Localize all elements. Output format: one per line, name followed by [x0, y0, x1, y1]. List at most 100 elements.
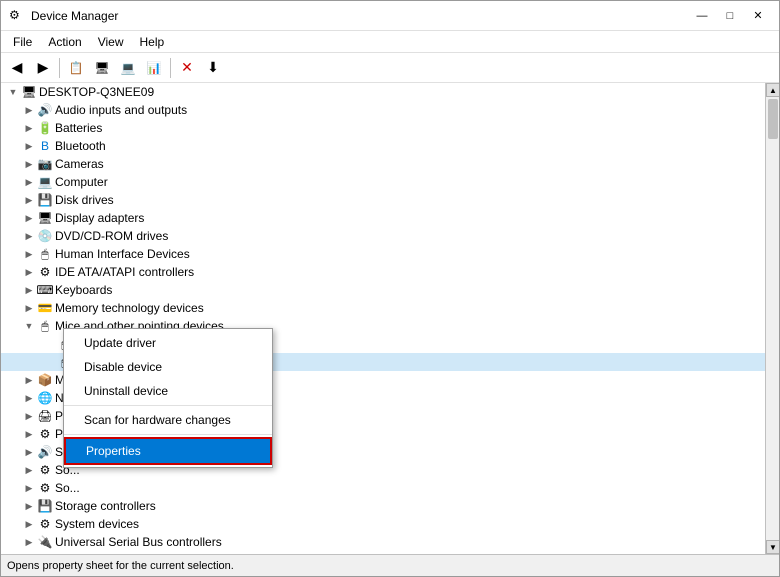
tree-item-hid[interactable]: ▶ 🖱 Human Interface Devices — [1, 245, 765, 263]
batteries-label: Batteries — [55, 121, 102, 135]
keyboards-expander[interactable]: ▶ — [21, 282, 37, 298]
tree-item-usb[interactable]: ▶ 🔌 Universal Serial Bus controllers — [1, 533, 765, 551]
close-button[interactable]: ✕ — [745, 6, 771, 26]
cameras-expander[interactable]: ▶ — [21, 156, 37, 172]
pri-icon: 🖨 — [37, 408, 53, 424]
disk-label: Disk drives — [55, 193, 114, 207]
tree-item-so3[interactable]: ▶ ⚙ So... — [1, 479, 765, 497]
usb-label: Universal Serial Bus controllers — [55, 535, 222, 549]
display-label: Display adapters — [55, 211, 144, 225]
menu-action[interactable]: Action — [40, 33, 89, 51]
memory-expander[interactable]: ▶ — [21, 300, 37, 316]
mo-expander[interactable]: ▶ — [21, 372, 37, 388]
menu-view[interactable]: View — [90, 33, 132, 51]
tree-item-display[interactable]: ▶ 🖥 Display adapters — [1, 209, 765, 227]
computer-expander[interactable]: ▶ — [21, 174, 37, 190]
batteries-expander[interactable]: ▶ — [21, 120, 37, 136]
hid-icon: 🖱 — [37, 246, 53, 262]
app-icon: ⚙ — [9, 8, 25, 24]
context-properties[interactable]: Properties — [64, 437, 272, 465]
hid-label: Human Interface Devices — [55, 247, 190, 261]
bluetooth-icon: B — [37, 138, 53, 154]
toolbar-scan[interactable]: 📊 — [142, 57, 166, 79]
hid-expander[interactable]: ▶ — [21, 246, 37, 262]
usb-expander[interactable]: ▶ — [21, 534, 37, 550]
tree-item-storage[interactable]: ▶ 💾 Storage controllers — [1, 497, 765, 515]
ne-expander[interactable]: ▶ — [21, 390, 37, 406]
batteries-icon: 🔋 — [37, 120, 53, 136]
so1-expander[interactable]: ▶ — [21, 444, 37, 460]
tree-panel[interactable]: ▼ 🖥 DESKTOP-Q3NEE09 ▶ 🔊 Audio inputs and… — [1, 83, 765, 554]
dvd-expander[interactable]: ▶ — [21, 228, 37, 244]
tree-item-keyboards[interactable]: ▶ ⌨ Keyboards — [1, 281, 765, 299]
status-bar: Opens property sheet for the current sel… — [1, 554, 779, 576]
toolbar-sep-1 — [59, 58, 60, 78]
scroll-thumb[interactable] — [768, 99, 778, 139]
context-menu: Update driver Disable device Uninstall d… — [63, 328, 273, 468]
pro-icon: ⚙ — [37, 426, 53, 442]
keyboards-icon: ⌨ — [37, 282, 53, 298]
storage-expander[interactable]: ▶ — [21, 498, 37, 514]
tree-item-dvd[interactable]: ▶ 💿 DVD/CD-ROM drives — [1, 227, 765, 245]
bluetooth-expander[interactable]: ▶ — [21, 138, 37, 154]
disk-icon: 💾 — [37, 192, 53, 208]
tree-item-bluetooth[interactable]: ▶ B Bluetooth — [1, 137, 765, 155]
system-icon: ⚙ — [37, 516, 53, 532]
toolbar-delete[interactable]: ✕ — [175, 57, 199, 79]
system-expander[interactable]: ▶ — [21, 516, 37, 532]
context-sep-2 — [64, 434, 272, 435]
storage-label: Storage controllers — [55, 499, 156, 513]
dvd-label: DVD/CD-ROM drives — [55, 229, 168, 243]
tree-root[interactable]: ▼ 🖥 DESKTOP-Q3NEE09 — [1, 83, 765, 101]
context-uninstall-device[interactable]: Uninstall device — [64, 379, 272, 403]
toolbar-update[interactable]: 🖥 — [90, 57, 114, 79]
dvd-icon: 💿 — [37, 228, 53, 244]
vertical-scrollbar[interactable]: ▲ ▼ — [765, 83, 779, 554]
tree-item-memory[interactable]: ▶ 💳 Memory technology devices — [1, 299, 765, 317]
title-bar-left: ⚙ Device Manager — [9, 8, 118, 24]
so3-expander[interactable]: ▶ — [21, 480, 37, 496]
scroll-up-arrow[interactable]: ▲ — [766, 83, 779, 97]
toolbar: ◀ ▶ 📋 🖥 💻 📊 ✕ ⬇ — [1, 53, 779, 83]
title-bar: ⚙ Device Manager — □ ✕ — [1, 1, 779, 31]
title-bar-controls: — □ ✕ — [689, 6, 771, 26]
audio-expander[interactable]: ▶ — [21, 102, 37, 118]
tree-item-audio[interactable]: ▶ 🔊 Audio inputs and outputs — [1, 101, 765, 119]
cameras-label: Cameras — [55, 157, 104, 171]
context-disable-device[interactable]: Disable device — [64, 355, 272, 379]
pro-expander[interactable]: ▶ — [21, 426, 37, 442]
main-content: ▼ 🖥 DESKTOP-Q3NEE09 ▶ 🔊 Audio inputs and… — [1, 83, 779, 554]
tree-item-ide[interactable]: ▶ ⚙ IDE ATA/ATAPI controllers — [1, 263, 765, 281]
usb-icon: 🔌 — [37, 534, 53, 550]
disk-expander[interactable]: ▶ — [21, 192, 37, 208]
cameras-icon: 📷 — [37, 156, 53, 172]
minimize-button[interactable]: — — [689, 6, 715, 26]
context-scan-hardware[interactable]: Scan for hardware changes — [64, 408, 272, 432]
pri-expander[interactable]: ▶ — [21, 408, 37, 424]
toolbar-forward[interactable]: ▶ — [31, 57, 55, 79]
so2-expander[interactable]: ▶ — [21, 462, 37, 478]
tree-item-batteries[interactable]: ▶ 🔋 Batteries — [1, 119, 765, 137]
ide-expander[interactable]: ▶ — [21, 264, 37, 280]
scroll-down-arrow[interactable]: ▼ — [766, 540, 779, 554]
keyboards-label: Keyboards — [55, 283, 112, 297]
toolbar-properties[interactable]: 📋 — [64, 57, 88, 79]
tree-item-cameras[interactable]: ▶ 📷 Cameras — [1, 155, 765, 173]
display-expander[interactable]: ▶ — [21, 210, 37, 226]
device-manager-window: ⚙ Device Manager — □ ✕ File Action View … — [0, 0, 780, 577]
computer-icon: 💻 — [37, 174, 53, 190]
toolbar-add[interactable]: ⬇ — [201, 57, 225, 79]
maximize-button[interactable]: □ — [717, 6, 743, 26]
tree-item-disk[interactable]: ▶ 💾 Disk drives — [1, 191, 765, 209]
so3-icon: ⚙ — [37, 480, 53, 496]
root-expander[interactable]: ▼ — [5, 84, 21, 100]
toolbar-uninstall[interactable]: 💻 — [116, 57, 140, 79]
menu-file[interactable]: File — [5, 33, 40, 51]
menu-help[interactable]: Help — [132, 33, 173, 51]
context-update-driver[interactable]: Update driver — [64, 331, 272, 355]
mice-expander[interactable]: ▼ — [21, 318, 37, 334]
display-icon: 🖥 — [37, 210, 53, 226]
toolbar-back[interactable]: ◀ — [5, 57, 29, 79]
tree-item-computer[interactable]: ▶ 💻 Computer — [1, 173, 765, 191]
tree-item-system[interactable]: ▶ ⚙ System devices — [1, 515, 765, 533]
